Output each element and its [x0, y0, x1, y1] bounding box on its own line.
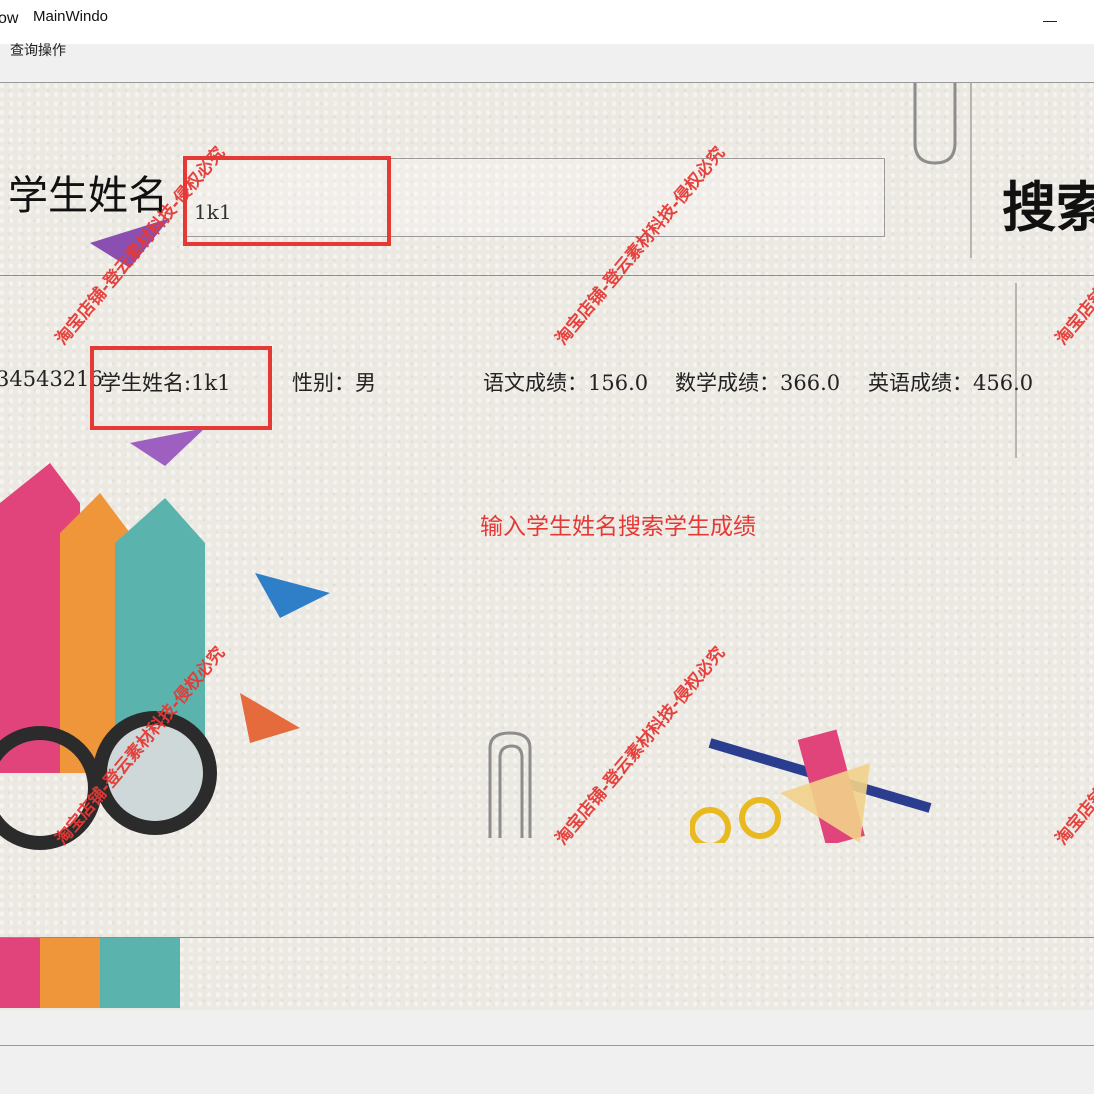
student-name-label: 学生姓名 — [8, 173, 168, 219]
pencils-illustration — [0, 463, 330, 850]
main-panel: 学生姓名 搜索 34543216 学生姓名:1k1 性别：男 语文成绩：156.… — [0, 82, 1094, 1012]
watermark: 淘宝店铺 — [1051, 284, 1094, 350]
divider — [970, 83, 972, 258]
watermark: 淘宝店铺 — [1051, 784, 1094, 850]
clip-illustration — [913, 83, 957, 165]
clip-illustration — [488, 731, 532, 838]
divider — [0, 275, 1094, 276]
stationery-illustration — [690, 729, 932, 843]
result-english-score: 英语成绩：456.0 — [868, 371, 1034, 395]
result-chinese-score: 语文成绩：156.0 — [483, 371, 649, 395]
status-divider — [0, 1045, 1094, 1046]
search-button[interactable]: 搜索 — [1002, 163, 1094, 242]
hint-text: 输入学生姓名搜索学生成绩 — [480, 514, 756, 540]
minimize-icon — [1043, 20, 1057, 22]
menu-item-query[interactable]: 查询操作 — [10, 40, 66, 60]
title-bar: ow MainWindo 查询操作 — [0, 0, 1094, 59]
result-math-score: 数学成绩：366.0 — [675, 371, 841, 395]
highlight-box — [90, 346, 272, 430]
status-bar — [0, 1010, 1094, 1094]
minimize-button[interactable] — [1030, 6, 1070, 36]
window-title: MainWindo — [33, 8, 109, 25]
result-gender: 性别：男 — [292, 371, 376, 395]
window-title-partial: ow — [0, 10, 19, 27]
bottom-pencils-illustration — [0, 938, 180, 1008]
result-phone: 34543216 — [0, 367, 103, 391]
